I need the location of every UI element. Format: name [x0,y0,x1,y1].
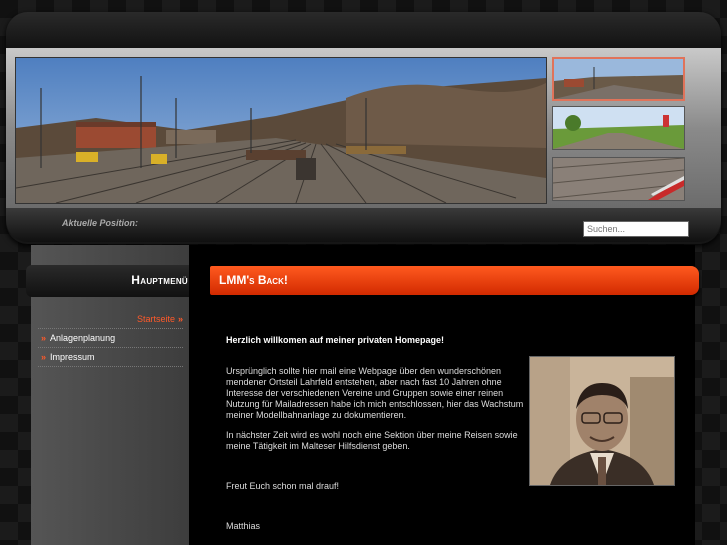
double-chevron-right-icon: » [177,314,183,324]
header-thumbnail-3[interactable] [552,157,685,201]
menu-item-startseite[interactable]: Startseite» [38,310,183,329]
signature: Matthias [226,521,261,531]
article-paragraph-3: Freut Euch schon mal drauf! [226,481,340,491]
header-thumbnail-1[interactable] [552,57,685,101]
article-title: LMM's Back! [219,273,288,287]
article-paragraph-1: Ursprünglich sollte hier mail eine Webpa… [226,366,524,420]
article-paragraph-2: In nächster Zeit wird es wohl noch eine … [226,430,518,451]
sidebar-header: Hauptmenü [26,265,196,297]
current-position-label: Aktuelle Position: [62,218,139,228]
main-menu: Startseite» » Anlagenplanung » Impressum [38,310,183,367]
welcome-heading: Herzlich willkomen auf meiner privaten H… [226,335,445,345]
double-chevron-right-icon: » [41,352,47,362]
header-main-photo [15,57,547,204]
article-title-bar: LMM's Back! [210,266,699,295]
menu-item-label: Impressum [50,352,95,362]
search-input[interactable] [583,221,689,237]
menu-item-anlagenplanung[interactable]: » Anlagenplanung [38,329,183,348]
author-portrait [529,356,675,486]
menu-item-label: Startseite [136,314,175,324]
sidebar-title: Hauptmenü [131,273,188,287]
menu-item-impressum[interactable]: » Impressum [38,348,183,367]
double-chevron-right-icon: » [41,333,47,343]
menu-item-label: Anlagenplanung [50,333,116,343]
header-thumbnail-2[interactable] [552,106,685,150]
